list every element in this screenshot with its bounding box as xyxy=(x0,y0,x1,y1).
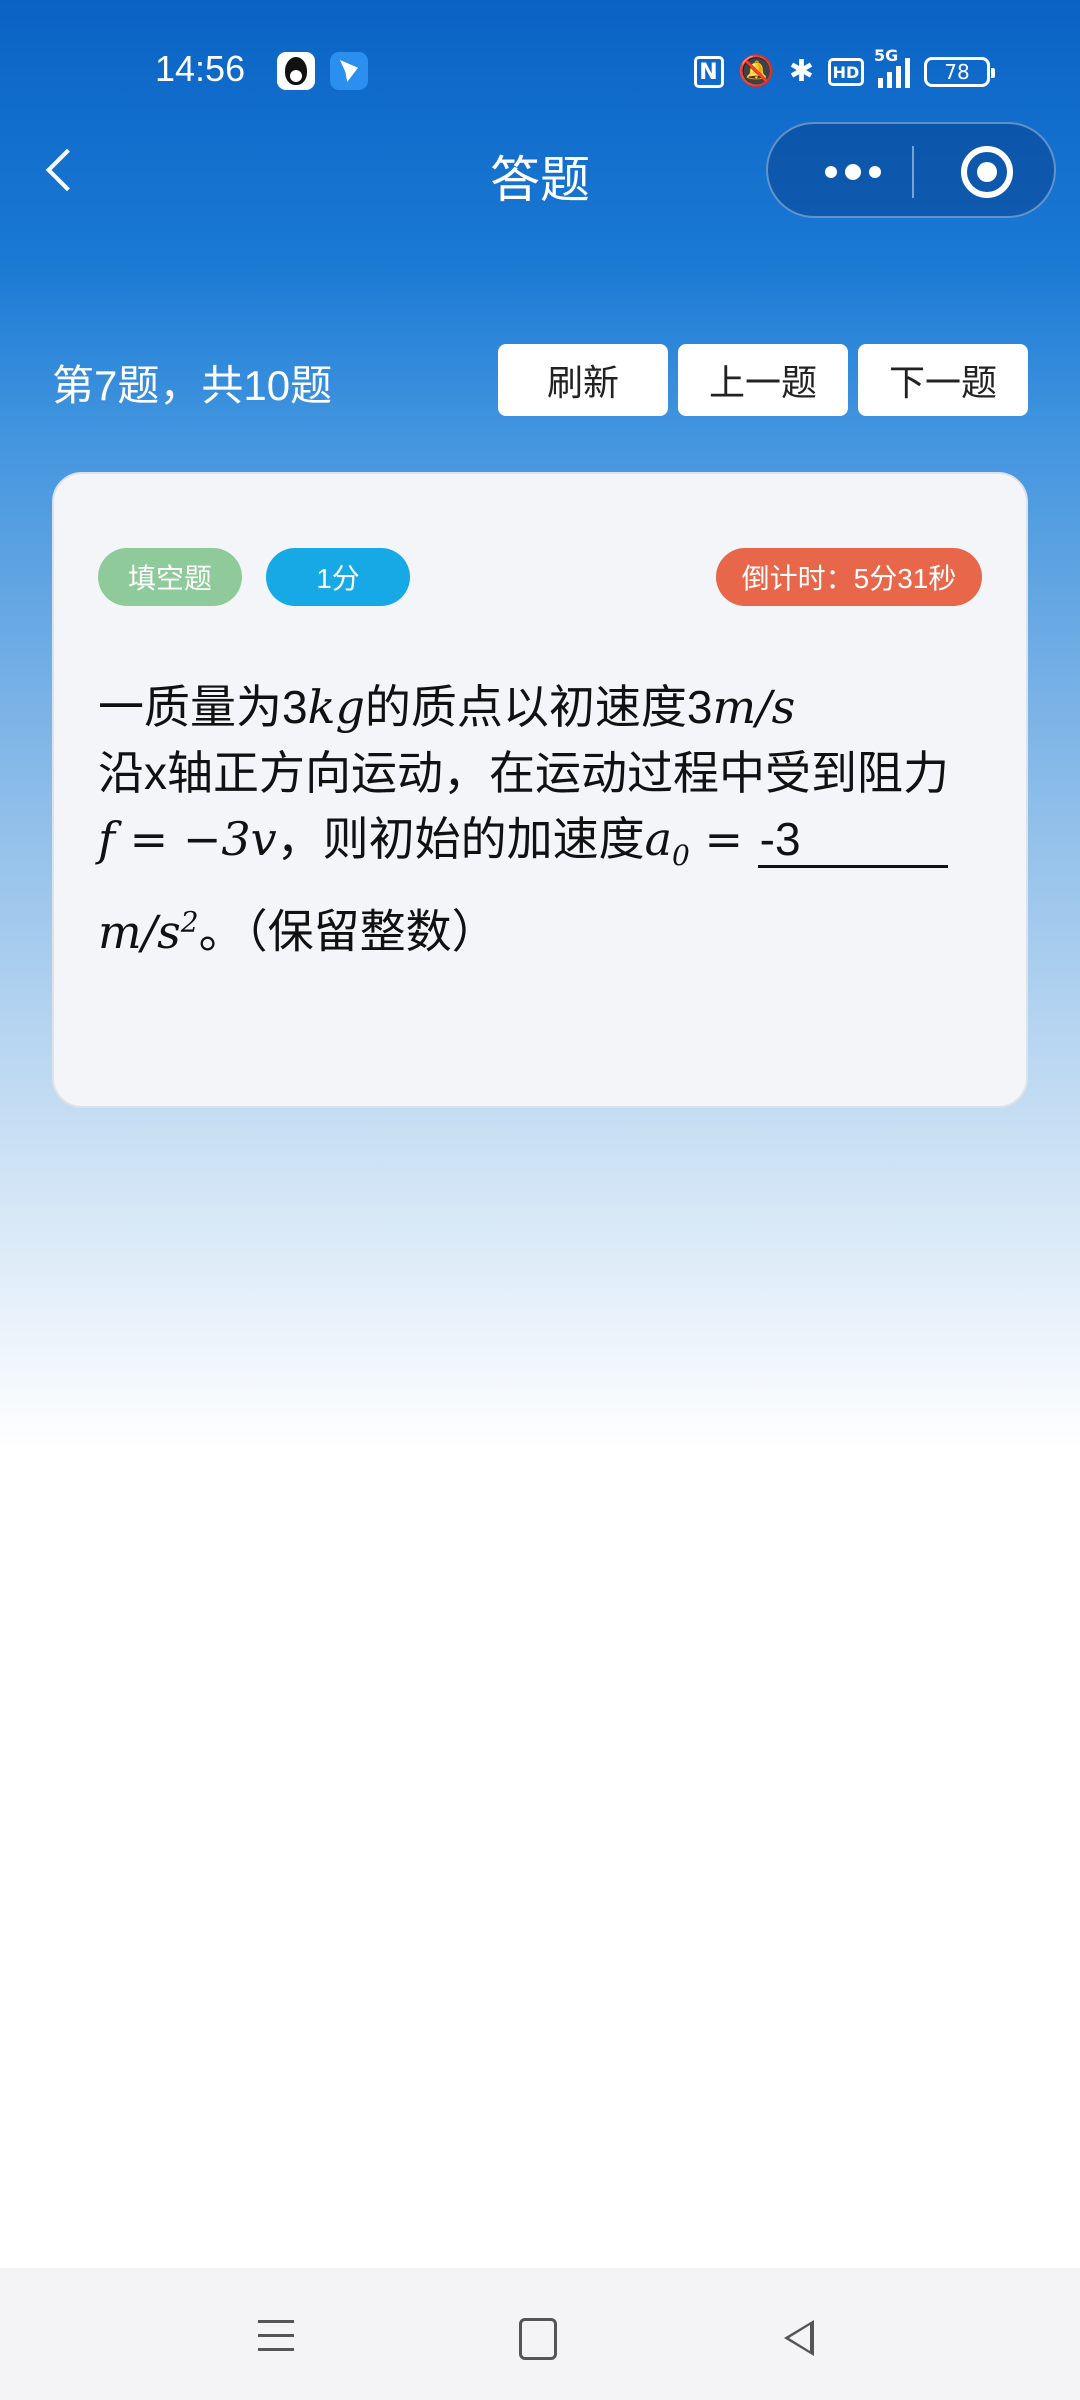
more-icon[interactable] xyxy=(808,154,898,190)
bluetooth-icon: ✱ xyxy=(788,54,814,89)
feishu-icon xyxy=(330,52,368,90)
mini-program-capsule xyxy=(766,122,1056,218)
question-part: 的质点以初速度3 xyxy=(364,681,713,733)
mute-icon: 🔕 xyxy=(737,54,775,89)
status-icons: N 🔕 ✱ HD 5G 78 xyxy=(693,46,995,92)
question-part: 一质量为3 xyxy=(98,681,308,733)
countdown-badge: 倒计时：5分31秒 xyxy=(716,548,982,606)
close-target-icon[interactable] xyxy=(961,146,1013,198)
status-time: 14:56 xyxy=(155,48,246,89)
question-card: 填空题 1分 倒计时：5分31秒 一质量为3kg的质点以初速度3m/s 沿x轴正方… xyxy=(52,472,1028,1108)
math-unit-kg: kg xyxy=(307,680,365,734)
nfc-icon: N xyxy=(693,56,724,88)
signal-icon: 5G xyxy=(874,46,910,88)
network-label: 5G xyxy=(874,46,899,65)
question-type-badge: 填空题 xyxy=(98,548,242,606)
hd-icon: HD xyxy=(828,58,864,86)
answer-input[interactable]: -3 xyxy=(757,813,948,868)
math-acceleration: a0 = xyxy=(644,812,758,873)
question-part: 沿x轴正方向运动，在运动过程中受到阻力 xyxy=(98,747,949,799)
qq-icon xyxy=(277,52,315,90)
battery-level: 78 xyxy=(944,60,970,84)
previous-question-button[interactable]: 上一题 xyxy=(678,344,848,416)
status-bar: 14:56 N 🔕 ✱ HD 5G 78 xyxy=(0,0,1080,140)
battery-icon: 78 xyxy=(924,57,995,87)
system-navigation-bar xyxy=(0,2268,1080,2400)
question-text: 一质量为3kg的质点以初速度3m/s 沿x轴正方向运动，在运动过程中受到阻力 f =… xyxy=(98,674,998,965)
next-question-button[interactable]: 下一题 xyxy=(858,344,1028,416)
capsule-divider xyxy=(912,146,914,198)
score-badge: 1分 xyxy=(266,548,410,606)
math-unit-velocity: m/s xyxy=(712,680,796,734)
home-icon[interactable] xyxy=(505,2308,565,2364)
question-part: ，则初始的加速度 xyxy=(276,813,645,865)
math-force-formula: f = −3v xyxy=(98,812,277,866)
math-unit-acceleration: m/s2 xyxy=(98,904,199,959)
question-counter: 第7题，共10题 xyxy=(52,362,333,409)
menu-icon[interactable] xyxy=(248,2308,308,2364)
system-back-icon[interactable] xyxy=(770,2308,830,2364)
refresh-button[interactable]: 刷新 xyxy=(498,344,668,416)
question-part: 。（保留整数） xyxy=(198,905,498,958)
